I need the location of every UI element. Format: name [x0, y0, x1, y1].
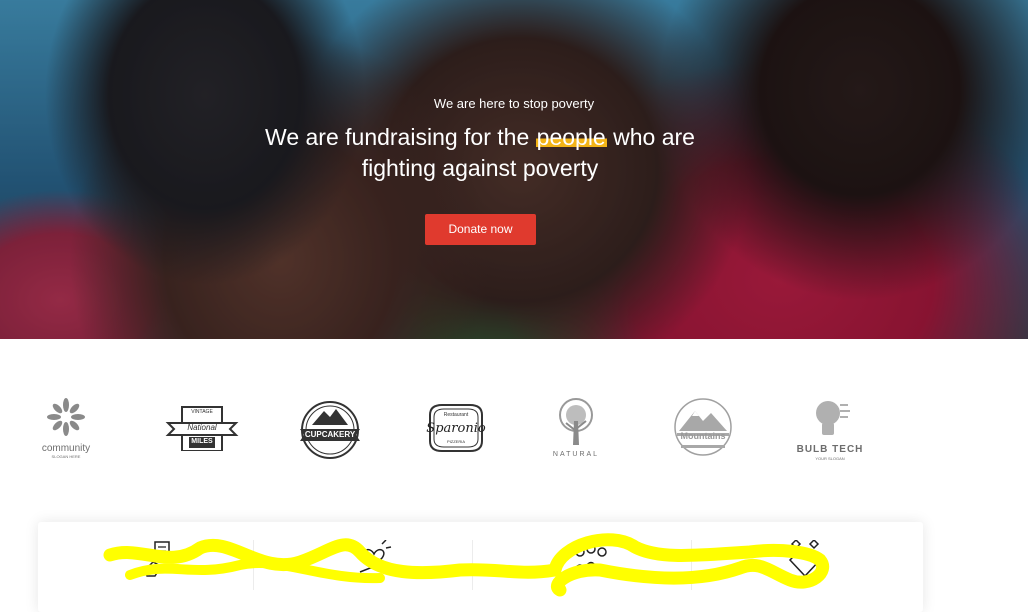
logo-national-miles[interactable]: VINTAGE National MILES — [162, 395, 242, 461]
logo-community[interactable]: community SLOGAN HERE — [26, 395, 106, 461]
logo-bulb-tech-name: BULB TECH — [796, 444, 864, 455]
hero-title-highlight: people — [535, 124, 607, 150]
logo-national-top: VINTAGE — [191, 409, 213, 415]
flower-icon — [47, 398, 85, 436]
logo-national-name: National — [187, 423, 217, 432]
hand-document-icon — [144, 541, 170, 577]
feature-item — [475, 522, 695, 612]
logo-sparonio[interactable]: Restaurant Sparonio PIZZERIA — [416, 395, 496, 461]
hero-title-start: We are fundraising for the — [265, 124, 530, 150]
logo-mountains-name: Mountains — [680, 431, 726, 441]
people-group-icon — [573, 544, 609, 571]
partner-logos: community SLOGAN HERE VINTAGE National M… — [0, 395, 1028, 465]
logo-sparonio-bottom: PIZZERIA — [446, 439, 465, 444]
logo-bulb-tech-slogan: YOUR SLOGAN — [815, 456, 845, 461]
tree-icon — [559, 398, 593, 445]
mountain-circle-icon — [674, 398, 732, 456]
donate-now-button[interactable]: Donate now — [425, 214, 536, 245]
logo-bulb-tech[interactable]: BULB TECH YOUR SLOGAN — [790, 395, 870, 461]
hero-title: We are fundraising for the people who ar… — [250, 122, 710, 184]
hero-content: We are here to stop poverty We are fundr… — [0, 0, 1028, 339]
logo-cupcakery[interactable]: CUPCAKERY — [290, 395, 370, 461]
hero-banner: We are here to stop poverty We are fundr… — [0, 0, 1028, 339]
features-card — [38, 522, 923, 612]
logo-sparonio-top: Restaurant — [443, 412, 469, 418]
feature-item — [256, 522, 476, 612]
logo-mountains[interactable]: Mountains — [663, 395, 743, 461]
mountain-badge-icon — [300, 401, 360, 459]
logo-natural-name: NATURAL — [552, 451, 600, 458]
lightbulb-icon — [816, 401, 850, 435]
feature-item — [38, 522, 258, 612]
feature-item — [694, 522, 914, 612]
logo-natural[interactable]: NATURAL — [536, 395, 616, 461]
hero-tagline: We are here to stop poverty — [433, 96, 595, 111]
logo-national-bottom: MILES — [191, 438, 213, 445]
logo-sparonio-name: Sparonio — [426, 421, 486, 436]
logo-cupcakery-name: CUPCAKERY — [304, 430, 356, 439]
diamond-icon — [788, 540, 822, 578]
logo-community-slogan: SLOGAN HERE — [51, 454, 81, 459]
logo-community-name: community — [41, 443, 91, 454]
hand-heart-icon — [359, 540, 392, 573]
